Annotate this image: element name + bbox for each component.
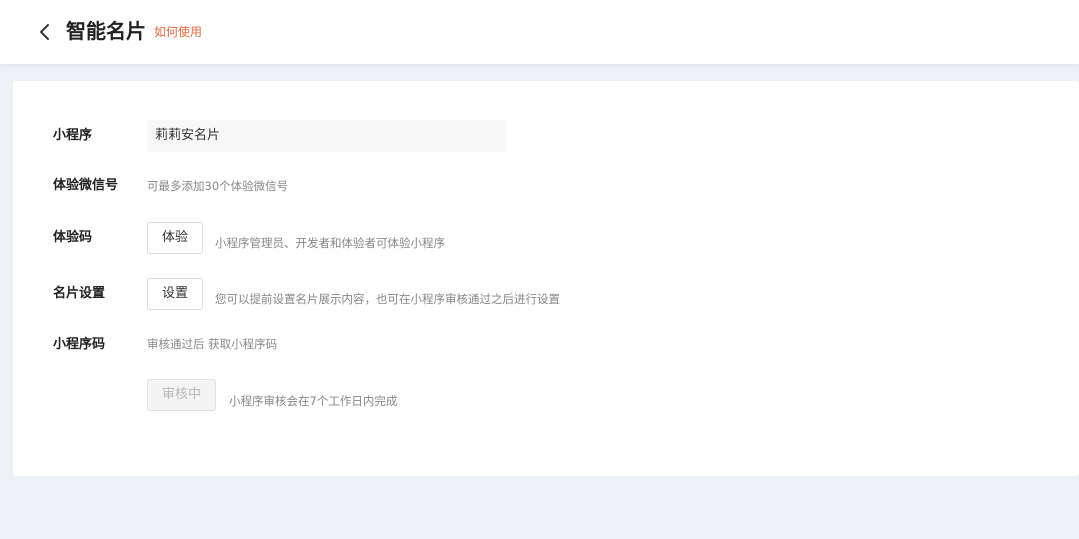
test-code-hint: 小程序管理员、开发者和体验者可体验小程序 [215,236,445,250]
test-code-button[interactable]: 体验 [147,222,204,254]
review-hint: 小程序审核会在7个工作日内完成 [229,394,398,408]
test-code-label: 体验码 [53,230,93,245]
mini-program-label: 小程序 [53,128,93,143]
card-settings-hint: 您可以提前设置名片展示内容，也可在小程序审核通过之后进行设置 [215,292,560,306]
page-title: 智能名片 [66,19,146,43]
reviewing-button: 审核中 [147,379,217,411]
chevron-left-icon[interactable] [36,22,54,42]
mini-code-label: 小程序码 [53,337,106,352]
mini-program-value: 莉莉安名片 [147,120,507,152]
test-wechat-hint: 可最多添加30个体验微信号 [147,179,289,193]
card-settings-label: 名片设置 [53,286,106,301]
test-wechat-label: 体验微信号 [53,178,119,193]
page-header: 智能名片 如何使用 [0,0,1079,64]
help-link[interactable]: 如何使用 [154,24,202,40]
settings-card: 小程序 莉莉安名片 体验微信号 可最多添加30个体验微信号 体验码 体验 小程序… [13,81,1079,476]
card-settings-button[interactable]: 设置 [147,278,204,310]
mini-code-hint: 审核通过后 获取小程序码 [147,337,278,351]
